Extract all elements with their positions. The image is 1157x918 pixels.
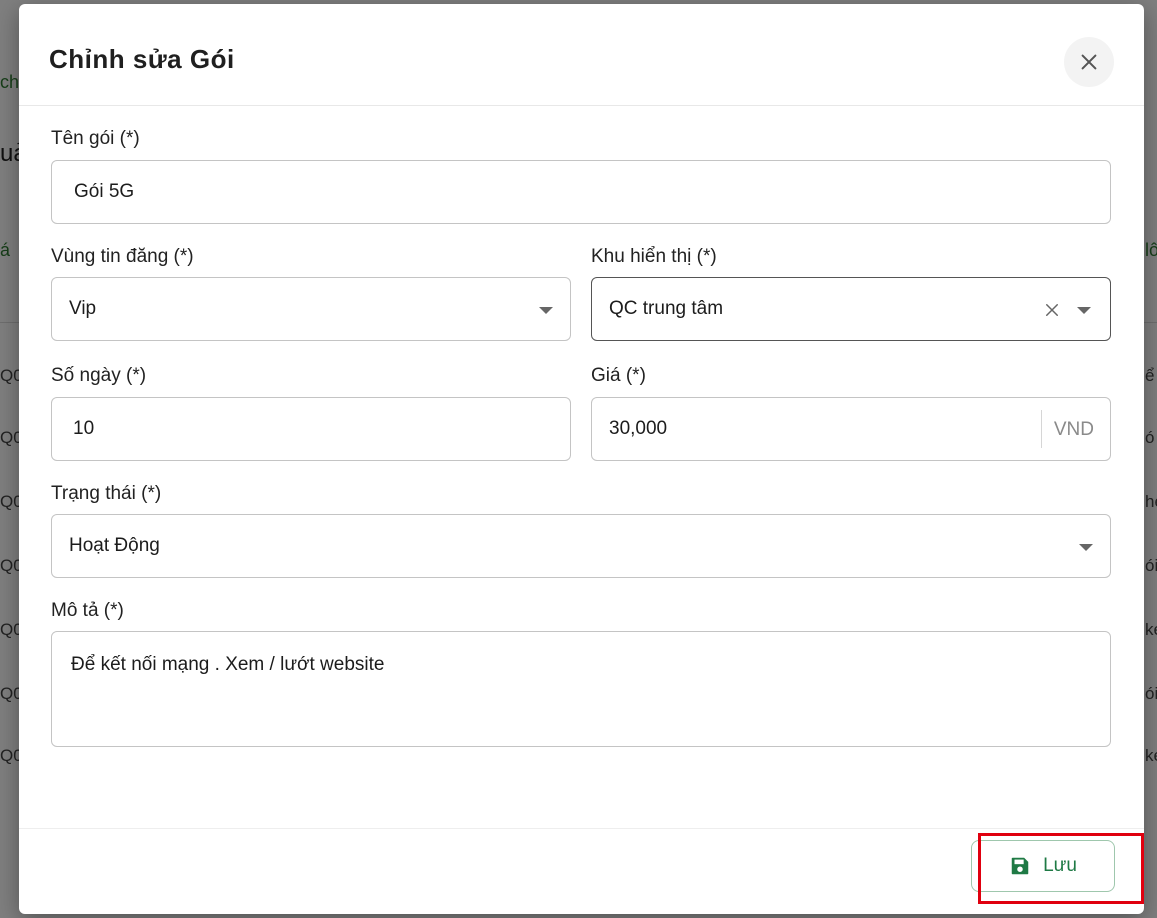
region-select[interactable]: Vip xyxy=(51,277,571,341)
highlight-box xyxy=(978,833,1144,904)
region-select-value: Vip xyxy=(69,298,97,319)
package-name-label: Tên gói (*) xyxy=(51,128,140,149)
description-textarea[interactable]: Để kết nối mạng . Xem / lướt website xyxy=(51,631,1111,747)
display-area-select[interactable]: QC trung tâm xyxy=(591,277,1111,341)
display-area-label: Khu hiển thị (*) xyxy=(591,246,717,267)
chevron-down-icon[interactable] xyxy=(1077,307,1091,314)
price-field[interactable]: VND xyxy=(591,397,1111,461)
days-label: Số ngày (*) xyxy=(51,365,147,386)
days-field[interactable] xyxy=(51,397,571,461)
days-input[interactable] xyxy=(73,418,570,440)
package-name-input[interactable] xyxy=(74,181,1110,203)
description-text[interactable]: Để kết nối mạng . Xem / lướt website xyxy=(71,654,384,675)
dialog-title: Chỉnh sửa Gói xyxy=(49,44,235,74)
region-label: Vùng tin đăng (*) xyxy=(51,246,194,267)
footer-divider xyxy=(19,828,1144,829)
description-label: Mô tả (*) xyxy=(51,600,124,621)
package-name-field[interactable] xyxy=(51,160,1111,224)
close-icon xyxy=(1081,54,1097,70)
status-select-value: Hoạt Động xyxy=(69,535,160,556)
price-unit: VND xyxy=(1053,419,1094,440)
display-area-select-value: QC trung tâm xyxy=(609,298,724,319)
status-label: Trạng thái (*) xyxy=(51,483,162,504)
dialog-header: Chỉnh sửa Gói xyxy=(19,4,1144,106)
price-label: Giá (*) xyxy=(591,365,646,386)
close-button[interactable] xyxy=(1064,37,1114,87)
status-select[interactable]: Hoạt Động xyxy=(51,514,1111,578)
clear-icon[interactable] xyxy=(1043,301,1061,319)
chevron-down-icon[interactable] xyxy=(1079,544,1093,551)
edit-package-dialog: Chỉnh sửa Gói Tên gói (*) Vùng tin đăng … xyxy=(19,4,1144,914)
chevron-down-icon[interactable] xyxy=(539,307,553,314)
unit-divider xyxy=(1041,410,1042,448)
price-input[interactable] xyxy=(609,418,1029,440)
